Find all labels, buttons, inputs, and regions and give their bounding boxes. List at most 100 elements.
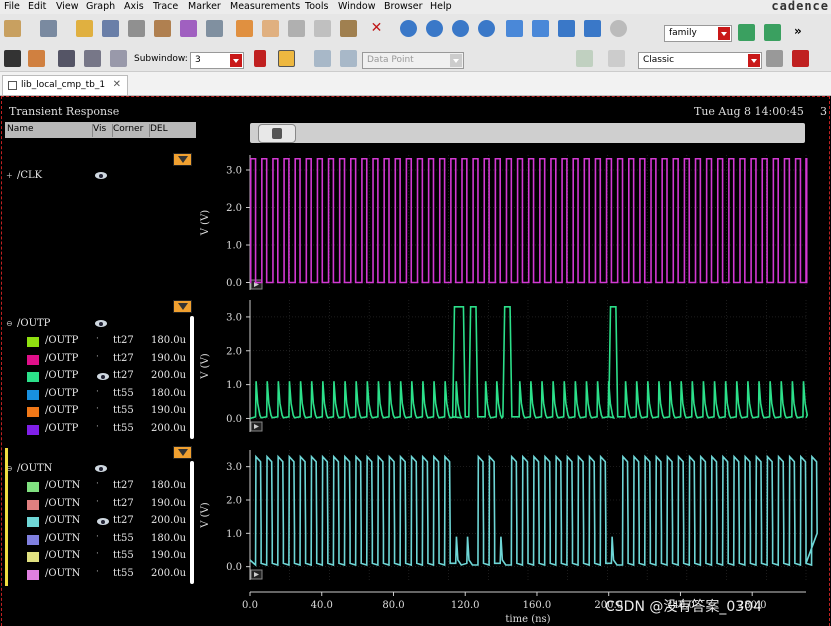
delete-icon[interactable]: ✕ [368, 20, 385, 37]
hidden-dot-icon[interactable]: · [96, 387, 99, 397]
plot-panel[interactable]: 0.0 1.0 2.0 3.0 V (V) [200, 450, 818, 580]
hidden-dot-icon[interactable]: · [96, 404, 99, 414]
copy-icon[interactable] [314, 20, 331, 37]
calc-icon[interactable] [738, 24, 755, 41]
tab-lib-local-cmp-tb[interactable]: lib_local_cmp_tb_1 ✕ [2, 75, 128, 95]
menu-marker[interactable]: Marker [188, 0, 221, 14]
window-icon[interactable] [766, 50, 783, 67]
legend-row[interactable]: /OUTP · tt27 180.0u [5, 333, 191, 349]
legend-row[interactable]: /OUTP · tt27 190.0u [5, 351, 191, 367]
save-icon[interactable] [102, 20, 119, 37]
open-folder-icon[interactable] [76, 20, 93, 37]
menu-window[interactable]: Window [338, 0, 375, 14]
expand-toggle-icon[interactable]: + [6, 171, 13, 180]
table-icon[interactable] [764, 24, 781, 41]
trace-outp[interactable] [249, 305, 809, 420]
menu-view[interactable]: View [56, 0, 79, 14]
more-icon[interactable]: » [794, 24, 802, 38]
waveform-icon[interactable] [180, 20, 197, 37]
zoom-area-icon[interactable] [426, 20, 443, 37]
legend-row[interactable]: /OUTN · tt27 180.0u [5, 478, 191, 494]
subwindow-select[interactable]: 3 [190, 52, 244, 69]
columns-icon[interactable] [84, 50, 101, 67]
legend-row[interactable]: /OUTN · tt55 190.0u [5, 548, 191, 564]
trace-color-swatch[interactable] [27, 534, 39, 545]
menu-graph[interactable]: Graph [86, 0, 115, 14]
legend-row[interactable]: /OUTP tt27 200.0u [5, 368, 191, 384]
hidden-dot-icon[interactable]: · [96, 497, 99, 507]
chevron-down-icon[interactable] [748, 54, 760, 67]
legend-row[interactable]: /OUTP · tt55 180.0u [5, 386, 191, 402]
chevron-down-icon[interactable] [718, 27, 730, 40]
zoom-x-icon[interactable] [506, 20, 523, 37]
menu-help[interactable]: Help [430, 0, 452, 14]
hidden-dot-icon[interactable]: · [96, 334, 99, 344]
close-window-icon[interactable] [792, 50, 809, 67]
trace-color-swatch[interactable] [27, 499, 39, 510]
legend-row[interactable]: /OUTN · tt55 200.0u [5, 566, 191, 582]
col-del[interactable]: DEL [150, 124, 190, 137]
trace-color-swatch[interactable] [27, 482, 39, 492]
edit-icon[interactable] [206, 20, 223, 37]
trace-color-swatch[interactable] [27, 552, 39, 563]
histogram-icon[interactable] [576, 50, 593, 67]
hidden-dot-icon[interactable]: · [96, 422, 99, 432]
layout-icon[interactable] [40, 20, 57, 37]
trace-color-swatch[interactable] [27, 354, 39, 365]
paste-icon[interactable] [340, 20, 357, 37]
chevron-down-icon[interactable] [450, 54, 462, 67]
col-corner[interactable]: Corner [113, 124, 150, 137]
waveform-plots[interactable]: 0.0 1.0 2.0 3.0 V (V) 0.0 1.0 2.0 3.0 V (V) 0.0 1.0… [196, 140, 826, 626]
chevron-down-icon[interactable] [230, 54, 242, 67]
zoom-fit-icon[interactable] [400, 20, 417, 37]
visibility-eye-icon[interactable] [95, 172, 107, 179]
flag-icon[interactable] [254, 50, 266, 67]
redo-icon[interactable] [262, 20, 279, 37]
plot-panel[interactable]: 0.0 1.0 2.0 3.0 V (V) [200, 155, 808, 290]
legend-row[interactable]: /OUTN tt27 200.0u [5, 513, 191, 529]
legend-row[interactable]: /OUTN · tt27 190.0u [5, 496, 191, 512]
trace-color-swatch[interactable] [27, 570, 39, 580]
legend-row[interactable]: /OUTP · tt55 190.0u [5, 403, 191, 419]
grid-icon[interactable] [110, 50, 127, 67]
trace-color-swatch[interactable] [27, 372, 39, 383]
close-icon[interactable]: ✕ [113, 76, 121, 94]
menu-tools[interactable]: Tools [305, 0, 328, 14]
cards-icon[interactable] [28, 50, 45, 67]
legend-row[interactable]: /OUTN · tt55 180.0u [5, 531, 191, 547]
visibility-eye-icon[interactable] [95, 465, 107, 472]
trace-color-swatch[interactable] [27, 337, 39, 347]
menu-trace[interactable]: Trace [153, 0, 178, 14]
undo-icon[interactable] [236, 20, 253, 37]
trace-outn[interactable] [249, 454, 818, 567]
info-icon[interactable] [278, 50, 295, 67]
zoom-out-icon[interactable] [478, 20, 495, 37]
fit-y-icon[interactable] [584, 20, 601, 37]
hidden-dot-icon[interactable]: · [96, 352, 99, 362]
visibility-eye-icon[interactable] [95, 320, 107, 327]
filter-icon[interactable] [173, 153, 192, 166]
trace-color-swatch[interactable] [27, 517, 39, 528]
menu-file[interactable]: File [4, 0, 20, 14]
menu-browser[interactable]: Browser [384, 0, 423, 14]
calc-grid-icon[interactable] [608, 50, 625, 67]
visibility-eye-icon[interactable] [97, 373, 109, 381]
menu-axis[interactable]: Axis [124, 0, 144, 14]
zoom-in-icon[interactable] [452, 20, 469, 37]
data-point-field[interactable]: Data Point [362, 52, 464, 69]
menu-measurements[interactable]: Measurements [230, 0, 300, 14]
menu-edit[interactable]: Edit [28, 0, 46, 14]
plot-panel[interactable]: 0.0 1.0 2.0 3.0 V (V) [200, 300, 809, 432]
fit-x-icon[interactable] [558, 20, 575, 37]
new-window-icon[interactable] [4, 20, 21, 37]
col-name[interactable]: Name [7, 124, 93, 137]
style-dropdown[interactable]: Classic [638, 52, 762, 69]
zoom-y-icon[interactable] [532, 20, 549, 37]
hidden-dot-icon[interactable]: · [96, 479, 99, 489]
col-vis[interactable]: Vis [93, 124, 113, 137]
filter-icon[interactable] [173, 300, 192, 313]
hidden-dot-icon[interactable]: · [96, 532, 99, 542]
hidden-dot-icon[interactable]: · [96, 567, 99, 577]
trace-color-swatch[interactable] [27, 425, 39, 435]
visibility-eye-icon[interactable] [97, 518, 109, 526]
